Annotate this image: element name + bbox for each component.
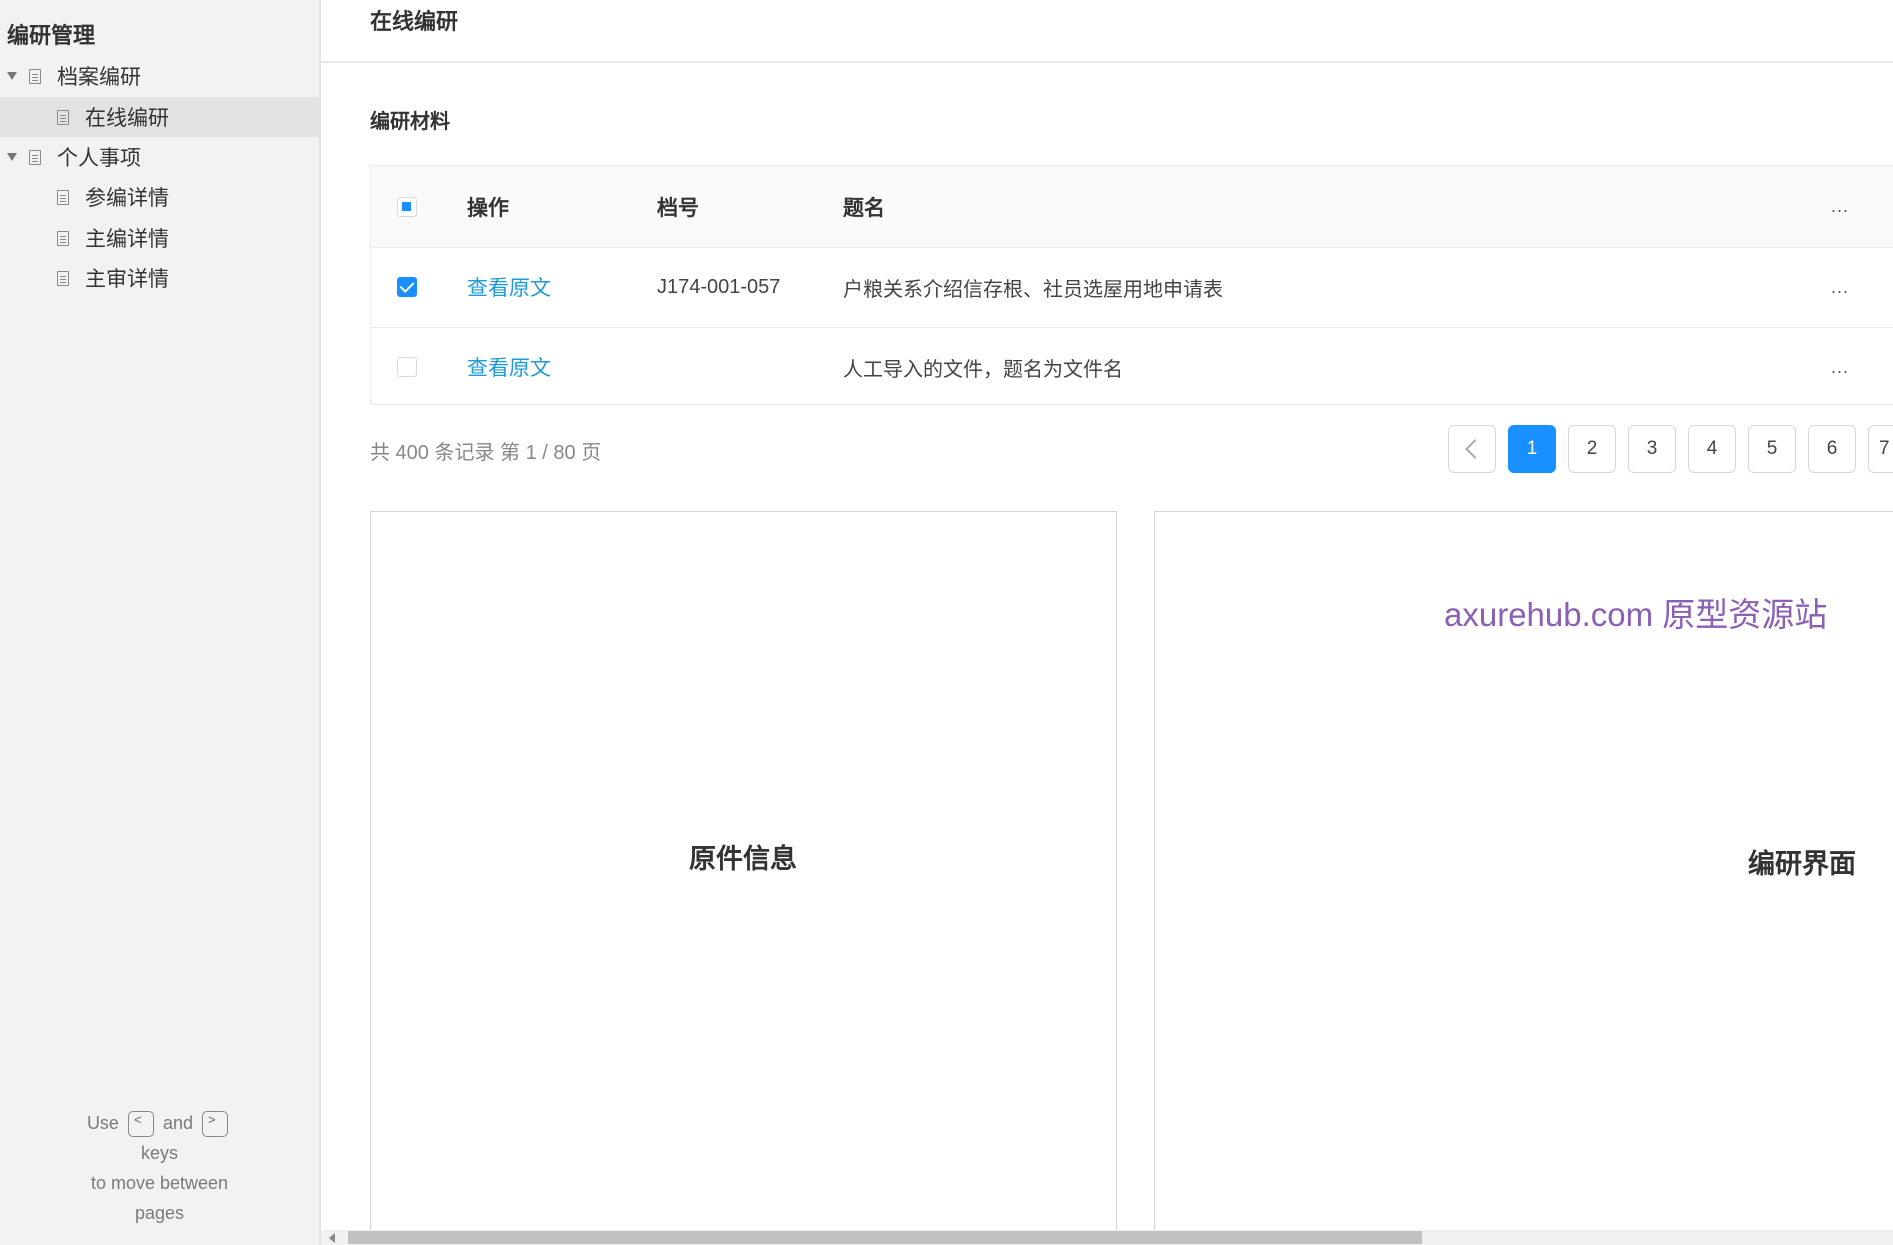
tree-item-label: 主审详情: [85, 268, 169, 291]
tree-item-archive-compile[interactable]: 档案编研: [0, 56, 319, 96]
sidebar: 编研管理 档案编研 在线编研 个人事项 参编详情 主编详情 主审详情 Use <…: [0, 0, 321, 1245]
help-keys-text: keys: [140, 1143, 178, 1163]
tree-item-participant-details[interactable]: 参编详情: [0, 177, 319, 217]
prev-key-icon: <: [127, 1111, 154, 1138]
page-button-5[interactable]: 5: [1748, 425, 1796, 473]
page-header: 在线编研: [321, 0, 1893, 63]
help-use-text: Use: [86, 1113, 119, 1133]
select-all-checkbox[interactable]: [397, 196, 417, 217]
collapse-arrow-icon[interactable]: [7, 153, 17, 161]
column-header-code: 档号: [657, 196, 699, 220]
collapse-arrow-icon[interactable]: [7, 72, 17, 80]
original-info-label: 原件信息: [689, 844, 797, 874]
tree-item-label: 主编详情: [85, 228, 169, 251]
tree-item-reviewer-details[interactable]: 主审详情: [0, 258, 319, 298]
view-original-link[interactable]: 查看原文: [467, 247, 551, 327]
tree-item-label: 个人事项: [57, 147, 141, 170]
page-button-3[interactable]: 3: [1628, 425, 1676, 473]
help-line2: to move between: [90, 1173, 229, 1193]
next-key-icon: >: [202, 1111, 229, 1138]
document-icon: [57, 189, 69, 205]
document-icon: [57, 270, 69, 286]
page-button-4[interactable]: 4: [1688, 425, 1736, 473]
scroll-left-icon[interactable]: [329, 1233, 335, 1243]
record-summary: 共 400 条记录 第 1 / 80 页: [370, 442, 602, 464]
page-button-7[interactable]: 7: [1868, 425, 1893, 473]
row-checkbox[interactable]: [397, 277, 417, 297]
sidebar-title: 编研管理: [7, 23, 96, 48]
tree-item-personal-matters[interactable]: 个人事项: [0, 137, 319, 177]
compile-panel-label: 编研界面: [1748, 849, 1856, 879]
tree-item-online-compile[interactable]: 在线编研: [0, 97, 319, 137]
compile-panel: axurehub.com 原型资源站 编研界面: [1154, 511, 1893, 1231]
row-checkbox[interactable]: [397, 357, 417, 377]
document-icon: [57, 109, 69, 125]
help-line3: pages: [134, 1203, 185, 1223]
page-button-2[interactable]: 2: [1568, 425, 1616, 473]
table-row: 查看原文 J174-001-057 户粮关系介绍信存根、社员选屋用地申请表 ..…: [371, 247, 1893, 328]
tree-item-editor-details[interactable]: 主编详情: [0, 218, 319, 258]
row-title: 户粮关系介绍信存根、社员选屋用地申请表: [843, 278, 1223, 301]
row-more-icon[interactable]: ...: [1831, 327, 1849, 407]
keyboard-help: Use < and > keys to move between pages: [0, 1108, 319, 1228]
help-and-text: and: [162, 1113, 194, 1133]
page-button-1[interactable]: 1: [1508, 425, 1556, 473]
view-original-link[interactable]: 查看原文: [467, 327, 551, 407]
document-icon: [29, 149, 41, 165]
tree-item-label: 参编详情: [85, 187, 169, 210]
row-title: 人工导入的文件，题名为文件名: [843, 358, 1123, 381]
column-header-op: 操作: [467, 196, 509, 220]
main-content: 在线编研 编研材料 操作 档号 题名 ... 查看原文 J174-001-057…: [321, 0, 1893, 1245]
column-header-title: 题名: [843, 196, 885, 220]
table-row: 查看原文 人工导入的文件，题名为文件名 ...: [371, 327, 1893, 407]
tree-item-label: 在线编研: [85, 107, 169, 130]
row-code: J174-001-057: [657, 275, 781, 298]
page-title: 在线编研: [370, 9, 459, 34]
section-title: 编研材料: [370, 111, 450, 133]
materials-table: 操作 档号 题名 ... 查看原文 J174-001-057 户粮关系介绍信存根…: [370, 165, 1893, 405]
chevron-left-icon: [1465, 439, 1485, 459]
row-more-icon[interactable]: ...: [1831, 247, 1849, 327]
page-button-6[interactable]: 6: [1808, 425, 1856, 473]
tree-item-label: 档案编研: [57, 66, 141, 89]
column-more-icon[interactable]: ...: [1831, 166, 1849, 247]
document-icon: [29, 68, 41, 84]
watermark-text: axurehub.com 原型资源站: [1444, 596, 1828, 633]
document-icon: [57, 230, 69, 246]
scrollbar-thumb[interactable]: [348, 1231, 1422, 1244]
table-header: 操作 档号 题名 ...: [371, 166, 1893, 248]
horizontal-scrollbar[interactable]: [321, 1230, 1893, 1245]
prev-page-button[interactable]: [1448, 425, 1496, 473]
original-info-panel: 原件信息: [370, 511, 1117, 1231]
